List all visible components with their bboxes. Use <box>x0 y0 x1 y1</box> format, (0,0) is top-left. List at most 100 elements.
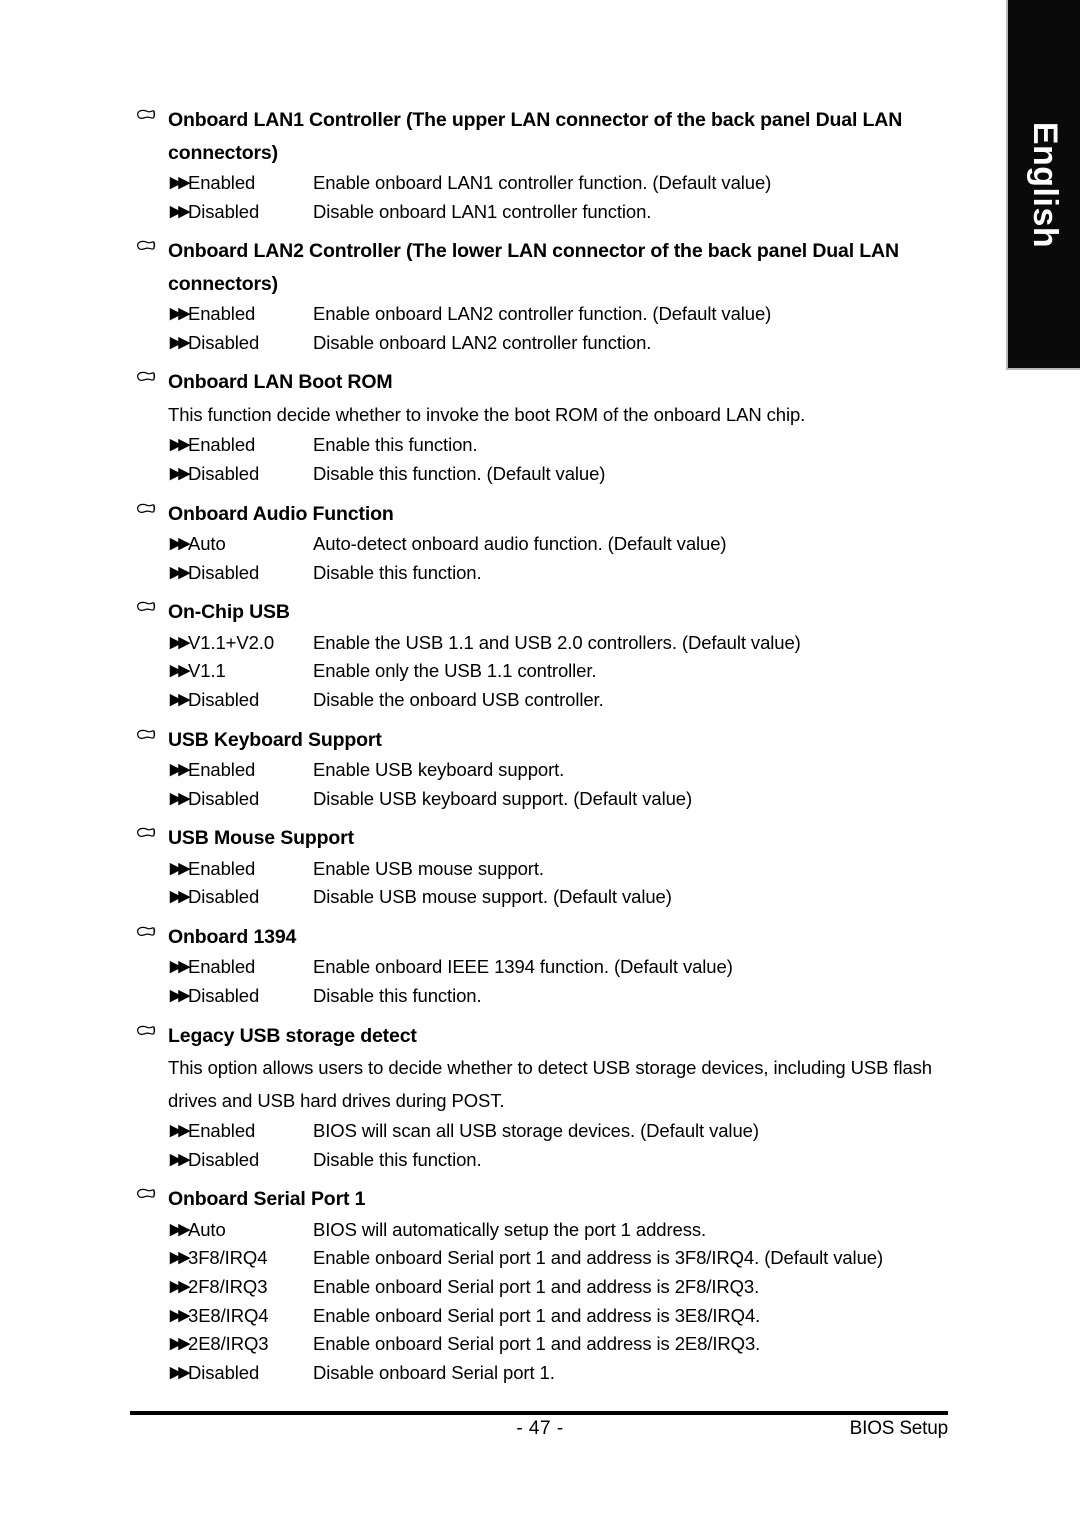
pointing-hand-icon <box>136 824 162 840</box>
section-heading-text: Onboard Serial Port 1 <box>168 1188 366 1211</box>
pointing-hand-icon <box>136 1185 162 1201</box>
double-right-arrow-icon: ▶▶ <box>170 535 190 553</box>
double-right-arrow-icon: ▶▶ <box>170 662 190 680</box>
bios-option-row: ▶▶ Enabled Enable this function. <box>0 431 1080 460</box>
bios-option-row: ▶▶ Auto Auto-detect onboard audio function… <box>0 530 1080 559</box>
bios-option-row: ▶▶ Disabled Disable the onboard USB contro… <box>0 686 1080 715</box>
bios-option-section: USB Mouse Support ▶▶ Enabled Enable USB mou… <box>0 813 1080 912</box>
bios-option-row: ▶▶ 3F8/IRQ4 Enable onboard Serial port 1 a… <box>0 1244 1080 1273</box>
section-heading-text: Onboard LAN2 Controller (The lower LAN c… <box>168 240 899 295</box>
bios-option-section: Onboard LAN2 Controller (The lower LAN c… <box>0 226 1080 357</box>
bios-option-row: ▶▶ Disabled Disable onboard LAN1 controlle… <box>0 198 1080 227</box>
bios-option-description: Disable onboard Serial port 1. <box>313 1361 555 1383</box>
bios-option-label: Disabled <box>188 331 260 353</box>
bios-option-description: Auto-detect onboard audio function. (Def… <box>313 533 727 555</box>
bios-option-description: Enable onboard IEEE 1394 function. (Defa… <box>313 956 733 978</box>
section-heading: Onboard LAN Boot ROM <box>0 366 1080 399</box>
section-heading: Onboard 1394 <box>0 921 1080 954</box>
pointing-hand-icon <box>136 237 162 253</box>
bios-option-description: Enable onboard Serial port 1 and address… <box>313 1304 761 1326</box>
bios-option-description: Enable this function. <box>313 434 478 456</box>
bios-option-description: Disable the onboard USB controller. <box>313 688 604 710</box>
bios-option-section: Onboard LAN Boot ROM This function decide… <box>0 357 1080 488</box>
bios-option-description: Enable onboard Serial port 1 and address… <box>313 1247 884 1269</box>
double-right-arrow-icon: ▶▶ <box>170 1220 190 1238</box>
bios-option-label: Disabled <box>188 462 260 484</box>
double-right-arrow-icon: ▶▶ <box>170 333 190 351</box>
double-right-arrow-icon: ▶▶ <box>170 888 190 906</box>
double-right-arrow-icon: ▶▶ <box>170 958 190 976</box>
section-description: This function decide whether to invoke t… <box>168 403 806 425</box>
bios-option-label: Auto <box>188 533 226 555</box>
pointing-hand-icon <box>136 923 162 939</box>
section-heading-text: On-Chip USB <box>168 601 290 624</box>
section-heading: Legacy USB storage detect <box>0 1020 1080 1053</box>
section-heading-text: USB Mouse Support <box>168 827 354 850</box>
footer-divider <box>130 1411 948 1415</box>
bios-option-label: Enabled <box>188 172 256 193</box>
double-right-arrow-icon: ▶▶ <box>170 987 190 1004</box>
bios-option-description: Disable this function. <box>313 1148 482 1170</box>
bios-option-label: Enabled <box>188 434 256 456</box>
pointing-hand-icon <box>136 598 162 614</box>
double-right-arrow-icon: ▶▶ <box>170 690 190 708</box>
double-right-arrow-icon: ▶▶ <box>170 1122 190 1140</box>
double-right-arrow-icon: ▶▶ <box>170 1335 190 1353</box>
section-heading: On-Chip USB <box>0 596 1080 629</box>
bios-option-row: ▶▶ Disabled Disable this function. <box>0 982 1080 1011</box>
bios-option-label: Disabled <box>188 1361 260 1383</box>
section-heading-text: USB Keyboard Support <box>168 728 382 751</box>
section-heading-text: Legacy USB storage detect <box>168 1024 417 1047</box>
bios-option-label: Enabled <box>188 1120 256 1142</box>
section-heading: Onboard LAN1 Controller (The upper LAN c… <box>0 104 1080 169</box>
bios-option-description: Disable this function. (Default value) <box>313 462 606 484</box>
section-heading: USB Mouse Support <box>0 822 1080 855</box>
section-heading-text: Onboard 1394 <box>168 925 297 948</box>
bios-option-row: ▶▶ Disabled Disable this function. <box>0 559 1080 588</box>
bios-option-label: Enabled <box>188 303 256 325</box>
section-heading-text: Onboard LAN1 Controller (The upper LAN c… <box>168 109 903 164</box>
bios-option-row: ▶▶ 2F8/IRQ3 Enable onboard Serial port 1 a… <box>0 1273 1080 1302</box>
bios-option-label: Disabled <box>188 985 260 1006</box>
pointing-hand-icon <box>136 368 162 384</box>
bios-option-row: ▶▶ Enabled BIOS will scan all USB storage … <box>0 1117 1080 1146</box>
pointing-hand-icon <box>136 726 162 742</box>
pointing-hand-icon <box>136 106 162 122</box>
pointing-hand-icon <box>136 500 162 516</box>
bios-option-description: Enable onboard Serial port 1 and address… <box>313 1333 761 1355</box>
double-right-arrow-icon: ▶▶ <box>170 464 190 482</box>
bios-option-description: Enable onboard LAN1 controller function.… <box>313 172 772 193</box>
footer-section-name: BIOS Setup <box>849 1418 949 1439</box>
bios-option-section: Onboard 1394 ▶▶ Enabled Enable onboard IEEE… <box>0 912 1080 1011</box>
section-heading: Onboard Audio Function <box>0 498 1080 531</box>
bios-option-section: On-Chip USB ▶▶ V1.1+V2.0 Enable the USB 1.1… <box>0 587 1080 714</box>
bios-option-section: Onboard Audio Function ▶▶ Auto Auto-detect … <box>0 489 1080 588</box>
bios-option-section: Onboard LAN1 Controller (The upper LAN c… <box>0 104 1080 226</box>
double-right-arrow-icon: ▶▶ <box>170 563 190 581</box>
bios-option-label: Disabled <box>188 561 260 583</box>
section-heading: Onboard Serial Port 1 <box>0 1183 1080 1216</box>
bios-option-label: Disabled <box>188 886 260 908</box>
double-right-arrow-icon: ▶▶ <box>170 1150 190 1168</box>
bios-option-row: ▶▶ Auto BIOS will automatically setup the … <box>0 1216 1080 1245</box>
bios-option-label: 3E8/IRQ4 <box>188 1304 269 1326</box>
bios-option-label: Disabled <box>188 688 260 710</box>
bios-option-description: Enable onboard Serial port 1 and address… <box>313 1275 760 1297</box>
bios-option-label: Enabled <box>188 857 256 879</box>
bios-option-label: V1.1 <box>188 660 226 682</box>
double-right-arrow-icon: ▶▶ <box>170 305 190 323</box>
section-heading-text: Onboard Audio Function <box>168 502 394 525</box>
bios-option-label: Disabled <box>188 200 260 222</box>
section-description: This option allows users to decide wheth… <box>168 1057 932 1111</box>
bios-option-label: 2F8/IRQ3 <box>188 1275 268 1297</box>
bios-option-description: Enable only the USB 1.1 controller. <box>313 660 597 682</box>
bios-option-description: BIOS will scan all USB storage devices. … <box>313 1120 759 1142</box>
double-right-arrow-icon: ▶▶ <box>170 436 190 454</box>
section-heading: Onboard LAN2 Controller (The lower LAN c… <box>0 235 1080 300</box>
bios-option-row: ▶▶ Enabled Enable onboard LAN2 controller … <box>0 300 1080 329</box>
bios-option-row: ▶▶ Enabled Enable USB mouse support. <box>0 855 1080 884</box>
bios-option-label: V1.1+V2.0 <box>188 631 275 653</box>
